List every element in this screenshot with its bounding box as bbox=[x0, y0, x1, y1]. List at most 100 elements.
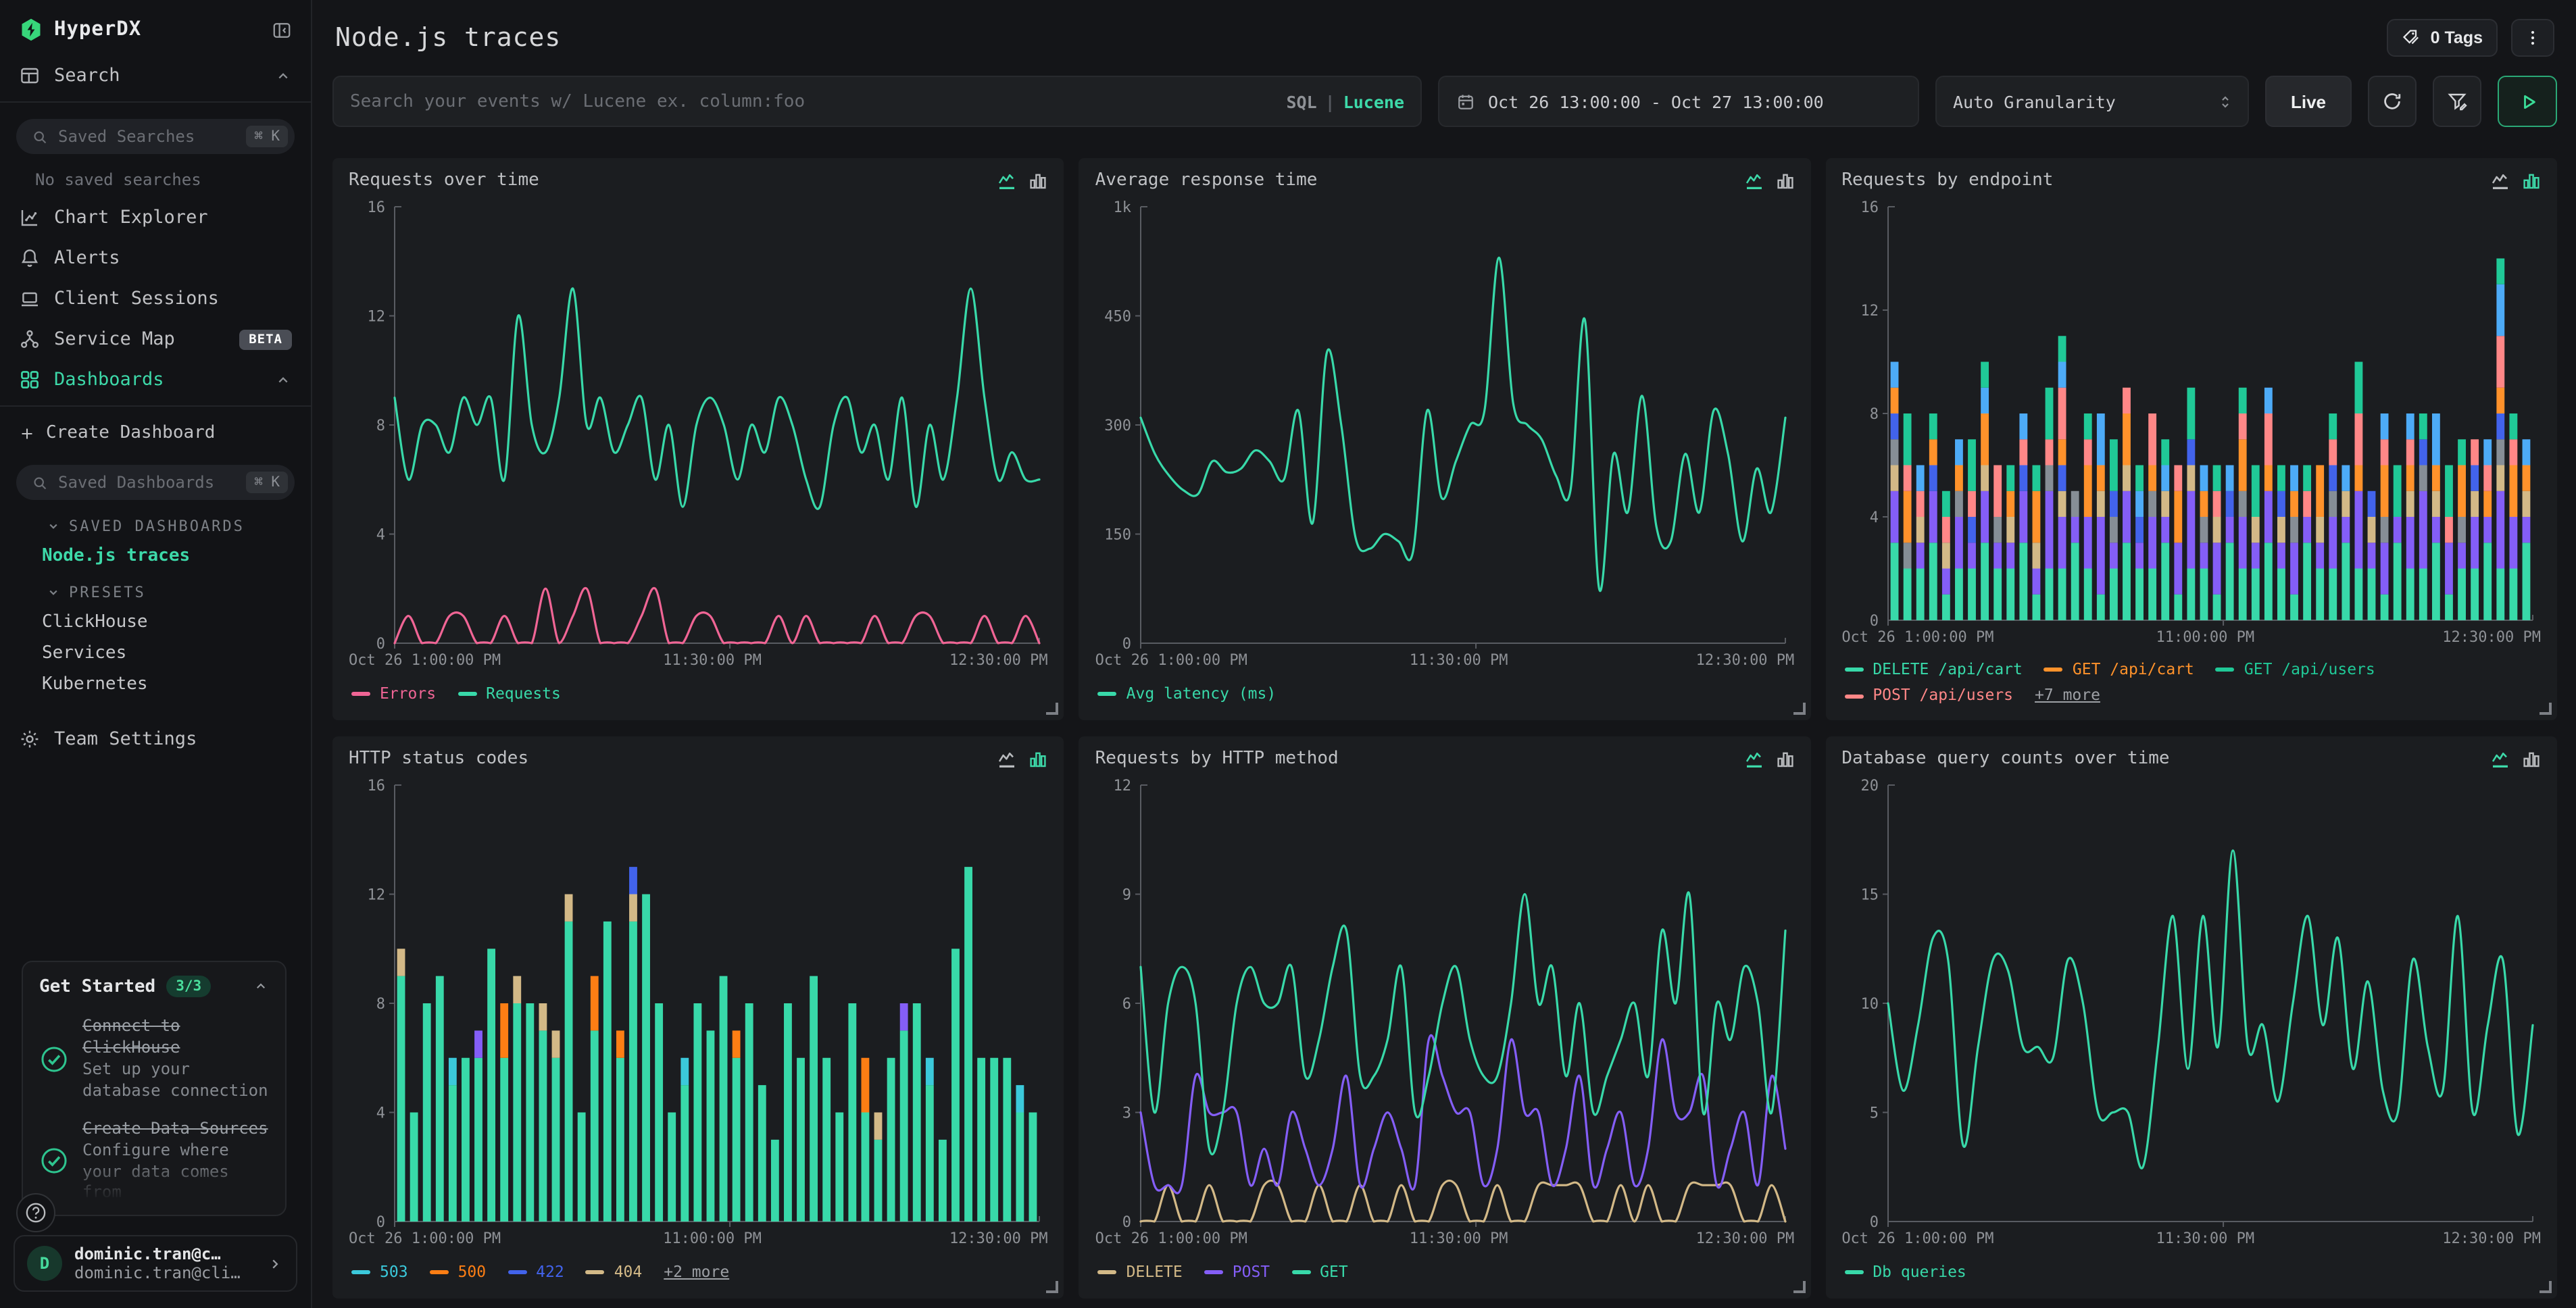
x-axis-label-start: Oct 26 1:00:00 PM bbox=[349, 651, 501, 669]
chart-plot-area[interactable]: 0481216 bbox=[349, 772, 1048, 1230]
refresh-button[interactable] bbox=[2368, 76, 2417, 127]
sidebar: HyperDX Search Saved Searches ⌘ K No sav… bbox=[0, 0, 312, 1308]
sidebar-item-client-sessions[interactable]: Client Sessions bbox=[0, 278, 311, 319]
x-axis-label-middle: 11:30:00 PM bbox=[2156, 1230, 2254, 1247]
chart-plot-area[interactable]: 036912 bbox=[1095, 772, 1795, 1230]
legend-item[interactable]: DELETE /api/cart bbox=[1844, 659, 2023, 680]
saved-dashboards-input[interactable]: Saved Dashboards ⌘ K bbox=[16, 465, 295, 500]
saved-searches-input[interactable]: Saved Searches ⌘ K bbox=[16, 119, 295, 154]
x-axis-label-middle: 11:30:00 PM bbox=[1410, 1230, 1508, 1247]
help-button[interactable] bbox=[16, 1193, 55, 1232]
resize-handle[interactable] bbox=[2540, 1281, 2552, 1293]
svg-text:300: 300 bbox=[1105, 418, 1132, 434]
filter-button[interactable] bbox=[2433, 76, 2481, 127]
chart-title: HTTP status codes bbox=[349, 749, 998, 769]
legend-dash-icon bbox=[2044, 668, 2063, 672]
legend-item[interactable]: Requests bbox=[457, 684, 561, 705]
chart-panel-db-query-counts: Database query counts over time 05101520… bbox=[1825, 736, 2557, 1299]
legend-item[interactable]: 404 bbox=[586, 1262, 643, 1283]
chart-plot-area[interactable]: 0481216 bbox=[349, 193, 1048, 651]
legend-item[interactable]: 503 bbox=[351, 1262, 408, 1283]
legend-item[interactable]: GET bbox=[1291, 1262, 1348, 1283]
chevron-up-icon bbox=[274, 371, 292, 388]
legend-item[interactable]: 422 bbox=[507, 1262, 564, 1283]
legend-item[interactable]: POST /api/users bbox=[1844, 686, 2013, 707]
chart-plot-area[interactable]: 05101520 bbox=[1841, 772, 2541, 1230]
line-chart-toggle-icon[interactable] bbox=[2491, 749, 2510, 768]
legend-item[interactable]: GET /api/cart bbox=[2044, 659, 2194, 680]
resize-handle[interactable] bbox=[1793, 1281, 1805, 1293]
granularity-select[interactable]: Auto Granularity bbox=[1935, 76, 2249, 127]
chart-plot-area[interactable]: 0481216 bbox=[1841, 193, 2541, 628]
sidebar-item-dashboards[interactable]: Dashboards bbox=[0, 359, 311, 400]
legend-more-link[interactable]: +7 more bbox=[2035, 686, 2100, 707]
resize-handle[interactable] bbox=[2540, 703, 2552, 715]
legend-item[interactable]: Avg latency (ms) bbox=[1098, 684, 1277, 705]
chart-plot-area[interactable]: 01503004501k bbox=[1095, 193, 1795, 651]
svg-text:5: 5 bbox=[1869, 1105, 1878, 1122]
line-chart-toggle-icon[interactable] bbox=[998, 749, 1017, 768]
svg-text:12: 12 bbox=[1860, 303, 1879, 320]
bar-chart-toggle-icon[interactable] bbox=[2522, 749, 2541, 768]
collapse-sidebar-icon[interactable] bbox=[272, 20, 292, 40]
legend-item[interactable]: POST bbox=[1204, 1262, 1270, 1283]
sidebar-preset-kubernetes[interactable]: Kubernetes bbox=[0, 669, 311, 700]
line-chart-toggle-icon[interactable] bbox=[1744, 171, 1763, 190]
beta-badge: BETA bbox=[239, 329, 292, 349]
service-map-icon bbox=[19, 328, 41, 350]
legend-label: 503 bbox=[380, 1262, 408, 1283]
line-chart-toggle-icon[interactable] bbox=[998, 171, 1017, 190]
dashboard-menu-button[interactable] bbox=[2511, 19, 2554, 57]
tags-label: 0 Tags bbox=[2431, 28, 2483, 47]
live-button[interactable]: Live bbox=[2265, 76, 2352, 127]
resize-handle[interactable] bbox=[1793, 703, 1805, 715]
presets-section-header[interactable]: PRESETS bbox=[0, 572, 311, 607]
bar-chart-toggle-icon[interactable] bbox=[1775, 749, 1794, 768]
chevron-up-icon[interactable] bbox=[253, 979, 269, 995]
event-search-input[interactable]: Search your events w/ Lucene ex. column:… bbox=[332, 76, 1422, 127]
user-account-button[interactable]: D dominic.tran@c… dominic.tran@cli… bbox=[14, 1235, 297, 1292]
legend-item[interactable]: GET /api/users bbox=[2216, 659, 2375, 680]
chart-title: Requests by HTTP method bbox=[1095, 749, 1745, 769]
legend-item[interactable]: 500 bbox=[430, 1262, 487, 1283]
svg-text:16: 16 bbox=[368, 199, 386, 216]
legend-label: 404 bbox=[614, 1262, 643, 1283]
line-chart-toggle-icon[interactable] bbox=[1744, 749, 1763, 768]
bar-chart-toggle-icon[interactable] bbox=[1029, 749, 1048, 768]
bar-chart-toggle-icon[interactable] bbox=[2522, 171, 2541, 190]
resize-handle[interactable] bbox=[1047, 703, 1059, 715]
legend-item[interactable]: Db queries bbox=[1844, 1262, 1966, 1283]
get-started-item-connect[interactable]: Connect to ClickHouse Set up your databa… bbox=[39, 1009, 269, 1111]
tags-button[interactable]: 0 Tags bbox=[2387, 19, 2498, 57]
sidebar-preset-services[interactable]: Services bbox=[0, 638, 311, 669]
sidebar-preset-clickhouse[interactable]: ClickHouse bbox=[0, 607, 311, 638]
get-started-item-title: Connect to ClickHouse bbox=[82, 1017, 269, 1059]
legend-item[interactable]: Errors bbox=[351, 684, 436, 705]
line-chart-toggle-icon[interactable] bbox=[2491, 171, 2510, 190]
sidebar-item-chart-explorer[interactable]: Chart Explorer bbox=[0, 197, 311, 238]
section-header-label: PRESETS bbox=[69, 584, 146, 601]
lucene-toggle[interactable]: Lucene bbox=[1343, 91, 1404, 111]
saved-dashboards-section-header[interactable]: SAVED DASHBOARDS bbox=[0, 505, 311, 540]
sql-toggle[interactable]: SQL bbox=[1286, 91, 1316, 111]
legend-item[interactable]: DELETE bbox=[1098, 1262, 1183, 1283]
sidebar-item-search[interactable]: Search bbox=[0, 55, 311, 96]
sidebar-item-team-settings[interactable]: Team Settings bbox=[0, 719, 311, 759]
legend-label: 422 bbox=[536, 1262, 564, 1283]
sidebar-item-alerts[interactable]: Alerts bbox=[0, 238, 311, 278]
chart-legend: Avg latency (ms) bbox=[1095, 672, 1795, 712]
create-dashboard-button[interactable]: Create Dashboard bbox=[0, 412, 311, 454]
sidebar-item-service-map[interactable]: Service Map BETA bbox=[0, 319, 311, 359]
run-query-button[interactable] bbox=[2498, 76, 2557, 127]
x-axis-label-end: 12:30:00 PM bbox=[1696, 1230, 1795, 1247]
legend-more-link[interactable]: +2 more bbox=[664, 1262, 729, 1283]
date-range-picker[interactable]: Oct 26 13:00:00 - Oct 27 13:00:00 bbox=[1438, 76, 1919, 127]
resize-handle[interactable] bbox=[1047, 1281, 1059, 1293]
get-started-item-sources[interactable]: Create Data Sources Configure where your… bbox=[39, 1110, 269, 1212]
legend-dash-icon bbox=[1098, 1271, 1117, 1275]
bar-chart-toggle-icon[interactable] bbox=[1029, 171, 1048, 190]
chart-title: Average response time bbox=[1095, 170, 1745, 191]
svg-text:10: 10 bbox=[1860, 996, 1879, 1013]
bar-chart-toggle-icon[interactable] bbox=[1775, 171, 1794, 190]
sidebar-dashboard-nodejs-traces[interactable]: Node.js traces bbox=[0, 540, 311, 572]
